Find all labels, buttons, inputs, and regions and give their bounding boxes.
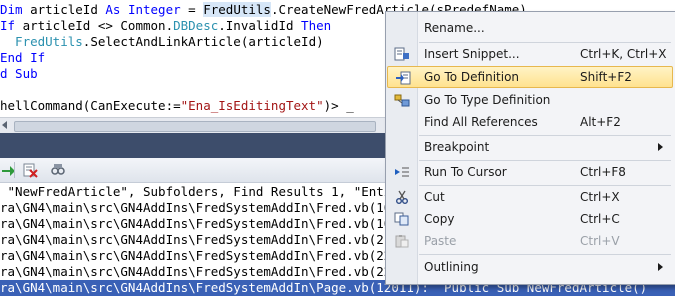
code-keyword: If [0, 18, 23, 33]
run-to-cursor-icon [394, 165, 410, 179]
code-keyword: Dim [0, 2, 31, 17]
menu-item-label: Go To Type Definition [424, 93, 551, 107]
code-string: "Ena_IsEditingText" [180, 98, 324, 113]
menu-item-label: Go To Definition [424, 70, 520, 84]
menu-item-shortcut: Ctrl+F8 [580, 165, 626, 179]
code-keyword: Integer [127, 2, 181, 17]
menu-item-find-all-references[interactable]: Find All References Alt+F2 [387, 111, 673, 133]
snippet-icon [394, 47, 410, 61]
context-menu: Rename... Insert Snippet... Ctrl+K, Ctrl… [385, 11, 675, 285]
find-result-row[interactable]: ra\GN4\main\src\GN4AddIns\FredSystemAddI… [0, 200, 421, 216]
scroll-left-arrow-icon[interactable] [2, 121, 7, 129]
code-line-3[interactable]: FredUtils.SelectAndLinkArticle(articleId… [0, 34, 324, 50]
scissors-icon [394, 190, 410, 204]
code-text: .SelectAndLinkArticle(articleId) [82, 34, 324, 49]
find-result-row[interactable]: ra\GN4\main\src\GN4AddIns\FredSystemAddI… [0, 248, 421, 264]
menu-item-label: Outlining [424, 260, 479, 274]
code-keyword: As [105, 2, 128, 17]
code-text: hellCommand(CanExecute:= [0, 98, 181, 113]
code-line-2[interactable]: If articleId <> Common.DBDesc.InvalidId … [0, 18, 331, 34]
copy-icon [394, 212, 410, 226]
go-to-definition-icon [395, 71, 411, 85]
find-result-row[interactable]: ra\GN4\main\src\GN4AddIns\FredSystemAddI… [0, 264, 421, 280]
submenu-arrow-icon [658, 143, 663, 151]
code-line-7[interactable]: hellCommand(CanExecute:="Ena_IsEditingTe… [0, 98, 354, 114]
code-line-4[interactable]: End If [0, 50, 45, 66]
menu-item-label: Copy [424, 212, 455, 226]
code-keyword: End If [0, 50, 46, 65]
menu-item-label: Paste [424, 234, 457, 248]
menu-item-label: Run To Cursor [424, 165, 507, 179]
menu-item-shortcut: Ctrl+K, Ctrl+X [580, 47, 667, 61]
menu-item-shortcut: Alt+F2 [580, 115, 621, 129]
find-result-row[interactable]: ra\GN4\main\src\GN4AddIns\FredSystemAddI… [0, 216, 421, 232]
code-text: articleId <> Common. [22, 18, 174, 33]
menu-item-paste[interactable]: Paste Ctrl+V [387, 230, 673, 252]
menu-item-cut[interactable]: Cut Ctrl+X [387, 186, 673, 208]
menu-item-go-to-definition[interactable]: Go To Definition Shift+F2 [387, 66, 673, 88]
menu-item-label: Cut [424, 190, 445, 204]
code-text: )> _ [323, 98, 354, 113]
menu-item-outlining[interactable]: Outlining [387, 256, 673, 278]
paste-icon [394, 234, 410, 248]
code-line-5[interactable]: d Sub [0, 66, 38, 82]
menu-item-label: Rename... [424, 21, 485, 35]
code-highlighted-symbol: FredUtils [203, 2, 271, 17]
code-text: articleId [30, 2, 106, 17]
menu-item-rename[interactable]: Rename... [387, 17, 673, 39]
code-type-name: FredUtils [0, 34, 83, 49]
find-results-header: "NewFredArticle", Subfolders, Find Resul… [0, 184, 407, 199]
menu-item-copy[interactable]: Copy Ctrl+C [387, 208, 673, 230]
clear-all-icon[interactable] [22, 162, 38, 178]
type-definition-icon [394, 93, 410, 107]
code-keyword: d Sub [0, 66, 38, 81]
menu-item-label: Insert Snippet... [424, 47, 520, 61]
menu-item-shortcut: Ctrl+X [580, 190, 620, 204]
menu-item-label: Find All References [424, 115, 538, 129]
scrollbar-thumb[interactable] [14, 121, 376, 132]
menu-item-shortcut: Ctrl+C [580, 212, 620, 226]
find-icon[interactable] [50, 162, 66, 178]
menu-item-shortcut: Shift+F2 [580, 70, 632, 84]
menu-item-insert-snippet[interactable]: Insert Snippet... Ctrl+K, Ctrl+X [387, 43, 673, 65]
code-text: = [180, 2, 204, 17]
toolbar-separator [14, 162, 15, 178]
menu-separator [419, 254, 671, 255]
code-text: .InvalidId [218, 18, 302, 33]
submenu-arrow-icon [658, 263, 663, 271]
code-keyword: Then [301, 18, 332, 33]
menu-item-breakpoint[interactable]: Breakpoint [387, 136, 673, 158]
menu-item-go-to-type-definition[interactable]: Go To Type Definition [387, 89, 673, 111]
code-type-name: DBDesc [173, 18, 219, 33]
find-result-row[interactable]: ra\GN4\main\src\GN4AddIns\FredSystemAddI… [0, 232, 421, 248]
menu-item-run-to-cursor[interactable]: Run To Cursor Ctrl+F8 [387, 161, 673, 183]
menu-item-shortcut: Ctrl+V [580, 234, 620, 248]
menu-item-label: Breakpoint [424, 140, 490, 154]
